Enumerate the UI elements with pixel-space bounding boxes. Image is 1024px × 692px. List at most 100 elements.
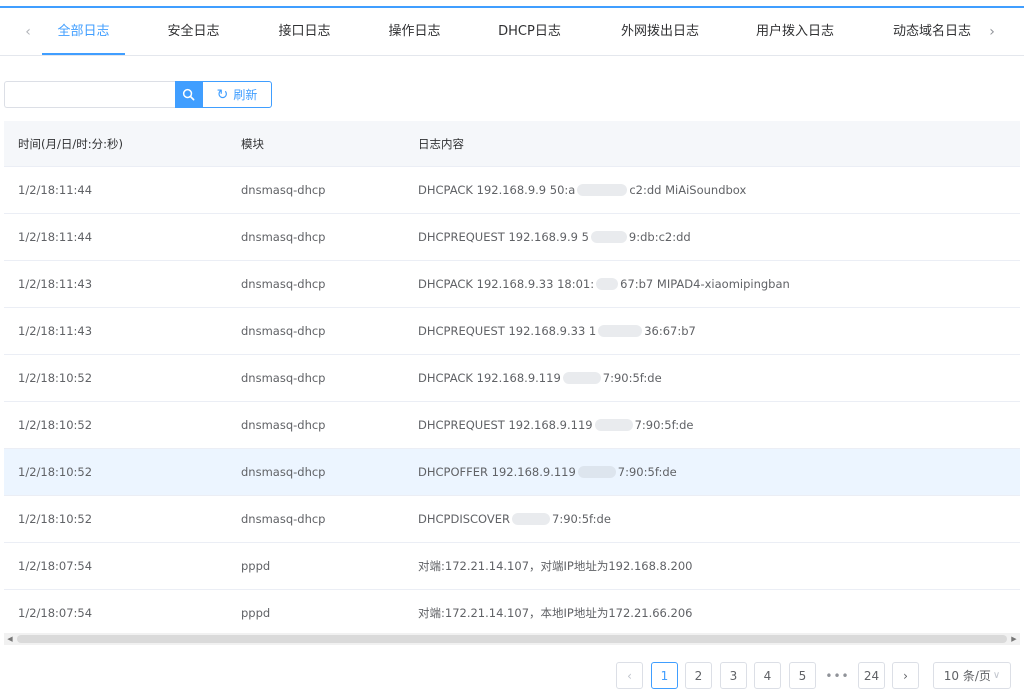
cell-content: 对端:172.21.14.107，对端IP地址为192.168.8.200 [418,543,692,589]
last-page-button[interactable]: 24 [858,662,885,689]
content-text: 9:db:c2:dd [628,230,691,244]
table-row[interactable]: 1/2/18:10:52 dnsmasq-dhcp DHCPDISCOVER 7:… [4,496,1020,543]
page-3-button[interactable]: 3 [720,662,747,689]
content-text: c2:dd MiAiSoundbox [629,183,747,197]
content-text: DHCPACK 192.168.9.119 [418,371,561,385]
cell-content: DHCPREQUEST 192.168.9.9 5 9:db:c2:dd [418,214,691,260]
tab-dhcp-logs[interactable]: DHCP日志 [488,8,571,56]
content-text: 36:67:b7 [644,324,696,338]
cell-module: pppd [241,606,271,620]
cell-module: dnsmasq-dhcp [241,324,326,338]
redacted-mac [594,419,633,431]
column-header-module: 模块 [241,136,264,151]
table-row[interactable]: 1/2/18:10:52 dnsmasq-dhcp DHCPACK 192.16… [4,355,1020,402]
search-icon [182,88,195,101]
table-row[interactable]: 1/2/18:07:54 pppd 对端:172.21.14.107，本地IP地… [4,590,1020,637]
active-tab-indicator [42,53,125,55]
redacted-mac [562,372,601,384]
cell-content: DHCPREQUEST 192.168.9.33 1 36:67:b7 [418,308,696,354]
next-page-button[interactable]: › [892,662,919,689]
table-row[interactable]: 1/2/18:10:52 dnsmasq-dhcp DHCPREQUEST 19… [4,402,1020,449]
content-text: DHCPREQUEST 192.168.9.9 5 [418,230,589,244]
page-2-button[interactable]: 2 [685,662,712,689]
scroll-left-arrow-icon[interactable]: ◀ [4,633,16,645]
cell-time: 1/2/18:11:44 [18,230,93,244]
redacted-mac [590,231,627,243]
tab-security-logs[interactable]: 安全日志 [152,8,235,56]
tab-user-dialin-logs[interactable]: 用户拨入日志 [745,8,845,56]
cell-time: 1/2/18:11:44 [18,183,93,197]
table-row[interactable]: 1/2/18:07:54 pppd 对端:172.21.14.107，对端IP地… [4,543,1020,590]
page-size-value: 10 条/页 [943,669,991,683]
content-text: 7:90:5f:de [552,512,611,526]
table-row[interactable]: 1/2/18:11:43 dnsmasq-dhcp DHCPREQUEST 19… [4,308,1020,355]
horizontal-scrollbar[interactable]: ◀ ▶ [4,633,1020,645]
content-text: 对端:172.21.14.107，本地IP地址为172.21.66.206 [418,606,693,620]
refresh-button[interactable]: ↻ 刷新 [202,81,272,108]
page-size-select[interactable]: 10 条/页 ∨ [933,662,1011,689]
table-row[interactable]: 1/2/18:11:44 dnsmasq-dhcp DHCPACK 192.16… [4,167,1020,214]
table-row-highlighted[interactable]: 1/2/18:10:52 dnsmasq-dhcp DHCPOFFER 192.… [4,449,1020,496]
cell-module: dnsmasq-dhcp [241,512,326,526]
cell-module: dnsmasq-dhcp [241,418,326,432]
chevron-left-icon: ‹ [627,668,632,683]
log-table: 时间(月/日/时:分:秒) 模块 日志内容 1/2/18:11:44 dnsma… [4,121,1020,637]
tab-operation-logs[interactable]: 操作日志 [373,8,456,56]
redacted-mac [577,184,628,196]
chevron-right-icon: › [903,668,908,683]
content-text: DHCPACK 192.168.9.9 50:a [418,183,576,197]
content-text: 7:90:5f:de [634,418,694,432]
redacted-mac [577,466,616,478]
content-text: 7:90:5f:de [617,465,677,479]
cell-time: 1/2/18:10:52 [18,512,93,526]
search-button[interactable] [175,81,202,108]
prev-page-button[interactable]: ‹ [616,662,643,689]
content-text: DHCPREQUEST 192.168.9.33 1 [418,324,597,338]
cell-module: dnsmasq-dhcp [241,230,326,244]
cell-time: 1/2/18:10:52 [18,465,93,479]
cell-time: 1/2/18:07:54 [18,606,93,620]
content-text: 7:90:5f:de [602,371,662,385]
cell-time: 1/2/18:11:43 [18,277,93,291]
cell-content: DHCPREQUEST 192.168.9.119 7:90:5f:de [418,402,693,448]
more-pages-ellipsis[interactable]: ••• [824,662,851,689]
page-5-button[interactable]: 5 [789,662,816,689]
tab-wan-dialout-logs[interactable]: 外网拨出日志 [610,8,710,56]
chevron-down-icon: ∨ [992,670,1001,681]
column-header-time: 时间(月/日/时:分:秒) [18,136,123,151]
cell-time: 1/2/18:10:52 [18,371,93,385]
content-text: 67:b7 MIPAD4-xiaomipingban [620,277,790,291]
tab-scroll-right-icon[interactable]: › [980,8,1004,56]
table-header: 时间(月/日/时:分:秒) 模块 日志内容 [4,121,1020,167]
tab-all-logs[interactable]: 全部日志 [42,8,125,56]
tab-scroll-left-icon[interactable]: ‹ [16,8,40,56]
cell-content: DHCPOFFER 192.168.9.119 7:90:5f:de [418,449,677,495]
cell-time: 1/2/18:10:52 [18,418,93,432]
redacted-mac [512,513,551,525]
search-input[interactable] [4,81,175,108]
tab-interface-logs[interactable]: 接口日志 [263,8,346,56]
page-4-button[interactable]: 4 [754,662,781,689]
cell-module: dnsmasq-dhcp [241,183,326,197]
column-header-content: 日志内容 [418,136,464,151]
scroll-right-arrow-icon[interactable]: ▶ [1008,633,1020,645]
content-text: DHCPREQUEST 192.168.9.119 [418,418,593,432]
cell-content: DHCPDISCOVER 7:90:5f:de [418,496,611,542]
cell-module: dnsmasq-dhcp [241,465,326,479]
tab-ddns-logs[interactable]: 动态域名日志 [882,8,982,56]
cell-module: dnsmasq-dhcp [241,371,326,385]
redacted-mac [598,325,643,337]
scrollbar-thumb[interactable] [17,635,1007,643]
cell-time: 1/2/18:07:54 [18,559,93,573]
refresh-icon: ↻ [216,86,229,103]
table-row[interactable]: 1/2/18:11:43 dnsmasq-dhcp DHCPACK 192.16… [4,261,1020,308]
redacted-mac [596,278,619,290]
cell-module: pppd [241,559,271,573]
log-tabs: ‹ 全部日志 安全日志 接口日志 操作日志 DHCP日志 外网拨出日志 用户拨入… [0,8,1024,56]
page-1-button[interactable]: 1 [651,662,678,689]
refresh-button-label: 刷新 [233,88,258,102]
table-row[interactable]: 1/2/18:11:44 dnsmasq-dhcp DHCPREQUEST 19… [4,214,1020,261]
cell-content: DHCPACK 192.168.9.33 18:01: 67:b7 MIPAD4-… [418,261,790,307]
content-text: DHCPDISCOVER [418,512,511,526]
cell-content: 对端:172.21.14.107，本地IP地址为172.21.66.206 [418,590,692,636]
